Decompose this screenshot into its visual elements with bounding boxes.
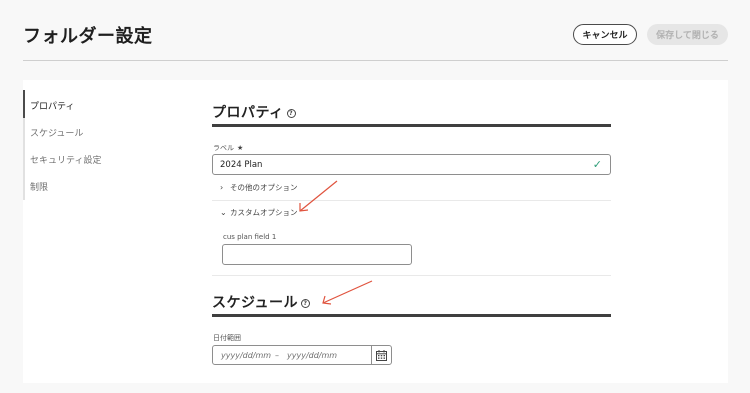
schedule-section-title: スケジュール? [212,292,311,312]
header-divider [23,60,728,61]
properties-rule [212,124,611,127]
date-range-field[interactable]: yyyy/dd/mm – yyyy/dd/mm [212,345,392,365]
date-range-label: 日付範囲 [213,334,241,342]
label-input-value: 2024 Plan [220,160,263,170]
custom-field-label: cus plan field 1 [223,233,277,241]
date-separator: – [275,351,279,360]
other-options-accordion[interactable]: › その他のオプション [220,182,298,193]
start-date-input[interactable]: yyyy/dd/mm [221,351,271,360]
calendar-icon[interactable] [371,346,391,364]
label-input[interactable]: 2024 Plan ✓ [212,154,611,175]
red-arrow-annotation [322,280,373,305]
sidenav-item-properties[interactable]: プロパティ [30,99,74,112]
custom-options-divider [212,275,611,276]
help-circle-icon[interactable]: ? [286,108,296,118]
custom-field-input[interactable] [222,244,412,265]
save-and-close-button[interactable]: 保存して閉じる [647,24,728,45]
checkmark-icon: ✓ [592,158,602,171]
sidenav-item-limits[interactable]: 制限 [30,180,48,193]
sidenav-item-schedule[interactable]: スケジュール [30,126,83,139]
required-star-icon: ★ [237,144,244,152]
label-field-label: ラベル ★ [213,143,243,153]
red-arrow-annotation [299,180,338,212]
properties-title-text: プロパティ [212,105,284,121]
label-field-text: ラベル [213,144,234,152]
custom-options-label: カスタムオプション [230,208,298,217]
help-circle-icon[interactable]: ? [301,298,311,308]
settings-panel: プロパティ スケジュール セキュリティ設定 制限 プロパティ? ラベル ★ 202… [23,80,728,383]
end-date-input[interactable]: yyyy/dd/mm [287,351,337,360]
other-options-label: その他のオプション [230,183,298,192]
schedule-title-text: スケジュール [212,295,299,311]
page-title: フォルダー設定 [23,26,153,47]
sidenav-item-security[interactable]: セキュリティ設定 [30,153,101,166]
properties-section-title: プロパティ? [212,102,296,122]
nav-active-indicator [23,90,25,118]
chevron-right-icon: › [220,183,224,192]
cancel-button[interactable]: キャンセル [573,24,637,45]
accordion-divider [212,200,611,201]
page-header: フォルダー設定 キャンセル 保存して閉じる [0,0,750,62]
schedule-rule [212,314,611,317]
chevron-down-icon: ⌄ [220,208,227,217]
custom-options-accordion[interactable]: ⌄ カスタムオプション [220,207,298,218]
